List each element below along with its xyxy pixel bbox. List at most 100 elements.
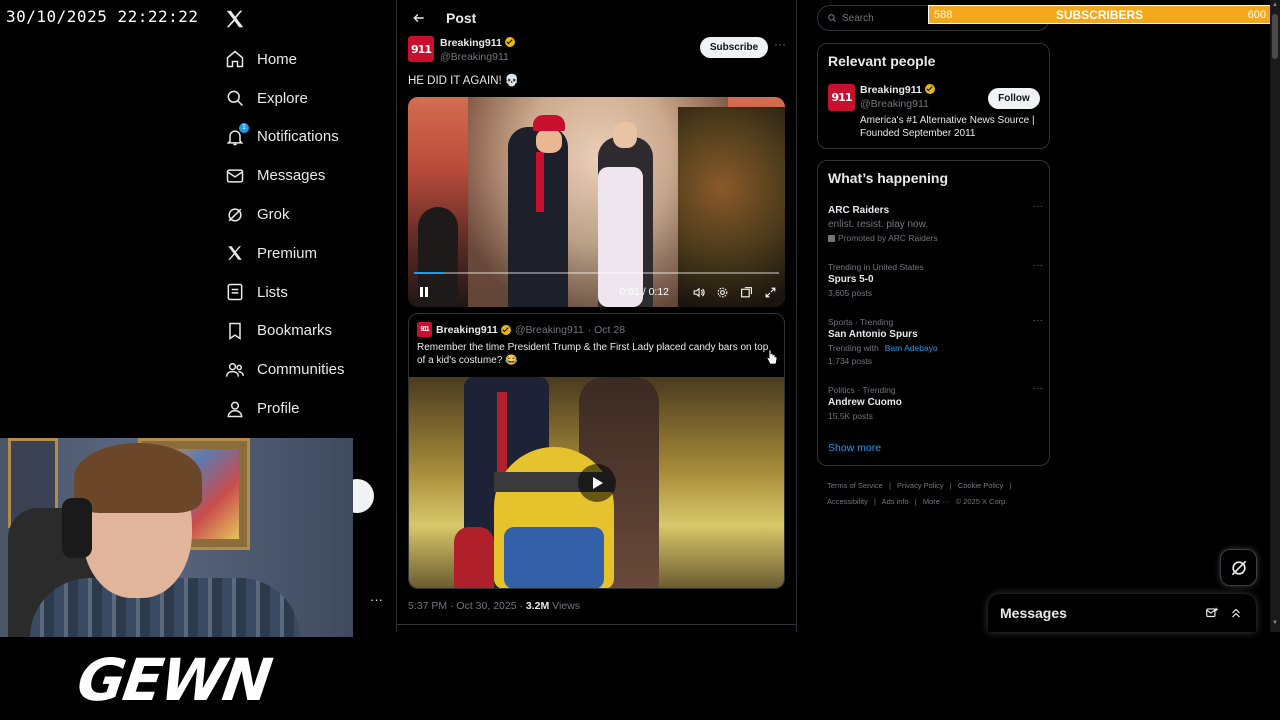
trend-context: Sports · Trending [828, 317, 894, 327]
messages-drawer[interactable]: Messages [988, 594, 1256, 632]
bell-icon: 1 [224, 122, 249, 148]
video-controls: 0:01 / 0:12 [408, 280, 785, 304]
nav-item-grok[interactable]: Grok [224, 195, 394, 234]
subscribe-button[interactable]: Subscribe [700, 37, 768, 58]
quoted-post-date: · Oct 28 [587, 323, 626, 336]
nav-item-premium[interactable]: Premium [224, 234, 394, 273]
video-player[interactable]: 0:01 / 0:12 [408, 97, 785, 307]
promoted-icon [828, 235, 835, 242]
play-icon [593, 477, 603, 489]
more-options-button[interactable]: ··· [1033, 260, 1043, 271]
grok-icon [224, 204, 246, 226]
nav-label: Premium [257, 244, 318, 262]
show-more-link[interactable]: Show more [828, 442, 881, 454]
post-author: 911 Breaking911 @Breaking911 Subscribe ·… [408, 36, 788, 66]
quoted-post[interactable]: 911 Breaking911 @Breaking911 · Oct 28 Re… [408, 313, 785, 589]
person-name-row[interactable]: Breaking911 [860, 84, 935, 96]
footer-link-privacy[interactable]: Privacy Policy [897, 481, 944, 490]
nav-item-explore[interactable]: Explore [224, 79, 394, 118]
play-button[interactable] [578, 464, 616, 502]
pause-button[interactable] [416, 284, 432, 300]
home-icon [224, 48, 246, 70]
x-logo-icon [224, 242, 246, 264]
page-title: Post [446, 9, 477, 26]
trend-name: Andrew Cuomo [828, 397, 902, 408]
footer-link-ads-info[interactable]: Ads info [882, 497, 909, 506]
grok-icon [1231, 560, 1246, 575]
hand-cursor-icon [766, 349, 778, 370]
footer-links: Terms of Service | Privacy Policy | Cook… [827, 478, 1047, 510]
nav-label: Bookmarks [257, 322, 333, 340]
scroll-up-icon[interactable]: ▲ [1272, 2, 1278, 8]
nav-label: Profile [257, 400, 300, 418]
nav-item-profile[interactable]: Profile [224, 389, 394, 428]
trend-item[interactable]: ARC Raiders enlist. resist. play now. Pr… [828, 201, 1043, 243]
more-options-button[interactable]: ··· [1033, 383, 1043, 394]
avatar[interactable]: 911 [828, 84, 855, 111]
footer-separator: | [888, 481, 891, 490]
verified-badge-icon [924, 84, 935, 94]
scroll-thumb[interactable] [1272, 14, 1278, 59]
nav-item-messages[interactable]: Messages [224, 156, 394, 195]
footer-link-accessibility[interactable]: Accessibility [827, 497, 868, 506]
footer-link-more[interactable]: More ··· [923, 497, 950, 506]
trend-item[interactable]: Trending in United States Spurs 5-0 3,60… [828, 260, 1043, 298]
volume-icon[interactable] [691, 285, 705, 299]
back-button[interactable] [402, 1, 436, 35]
person-handle[interactable]: @Breaking911 [860, 98, 929, 110]
video-frame-decor [678, 107, 785, 307]
author-name-row[interactable]: Breaking911 [440, 37, 515, 49]
author-handle[interactable]: @Breaking911 [440, 51, 509, 63]
nav-item-lists[interactable]: Lists [224, 273, 394, 312]
nav-label: Grok [257, 206, 290, 224]
more-options-button[interactable]: ··· [1033, 315, 1043, 326]
trend-with-link[interactable]: Bam Adebayo [885, 343, 938, 353]
avatar[interactable]: 911 [408, 36, 434, 62]
video-progress-bar[interactable] [414, 272, 779, 274]
x-logo-icon[interactable] [224, 8, 246, 30]
fullscreen-icon[interactable] [763, 285, 777, 299]
trend-post-count: 1,734 posts [828, 356, 872, 366]
notification-badge: 1 [239, 122, 249, 133]
footer-link-cookie[interactable]: Cookie Policy [958, 481, 1003, 490]
trend-context: Politics · Trending [828, 385, 896, 395]
chevron-up-double-icon[interactable] [1228, 605, 1244, 621]
verified-badge-icon [500, 324, 511, 335]
nav-item-notifications[interactable]: 1 Notifications [224, 118, 394, 157]
pip-icon[interactable] [739, 285, 753, 299]
grok-button[interactable] [1220, 549, 1257, 586]
follow-button[interactable]: Follow [988, 88, 1040, 109]
trend-name: San Antonio Spurs [828, 329, 918, 340]
account-menu-button[interactable]: ··· [370, 592, 383, 607]
post-views-label: Views [549, 600, 580, 612]
trend-item[interactable]: Sports · Trending San Antonio Spurs Tren… [828, 315, 1043, 366]
scroll-down-icon[interactable]: ▼ [1272, 620, 1278, 626]
webcam-decor [74, 443, 202, 513]
footer-link-terms[interactable]: Terms of Service [827, 481, 883, 490]
card-title: Relevant people [828, 53, 936, 69]
person-icon [224, 398, 246, 420]
avatar: 911 [417, 322, 432, 337]
card-title: What’s happening [828, 170, 949, 186]
footer-separator: | [873, 497, 876, 506]
nav-label: Lists [257, 283, 288, 301]
person-name[interactable]: Breaking911 [860, 84, 922, 96]
post-views-count: 3.2M [525, 600, 550, 612]
video-progress-fill [414, 272, 444, 274]
new-message-icon[interactable] [1204, 605, 1220, 621]
nav-item-communities[interactable]: Communities [224, 350, 394, 389]
verified-badge-icon [504, 37, 515, 47]
more-options-button[interactable]: ··· [774, 37, 786, 51]
more-options-button[interactable]: ··· [1033, 201, 1043, 212]
divider [397, 624, 797, 625]
bookmark-icon [224, 320, 246, 342]
quoted-video[interactable] [409, 377, 784, 588]
author-name[interactable]: Breaking911 [440, 37, 502, 49]
gear-icon[interactable] [715, 285, 729, 299]
nav-item-bookmarks[interactable]: Bookmarks [224, 312, 394, 351]
trend-item[interactable]: Politics · Trending Andrew Cuomo 15.5K p… [828, 383, 1043, 421]
post-time-date: 5:37 PM · Oct 30, 2025 · [408, 600, 526, 612]
nav-item-home[interactable]: Home [224, 40, 394, 79]
post-header: Post [397, 0, 797, 35]
scrollbar[interactable]: ▲ ▼ [1270, 0, 1280, 632]
